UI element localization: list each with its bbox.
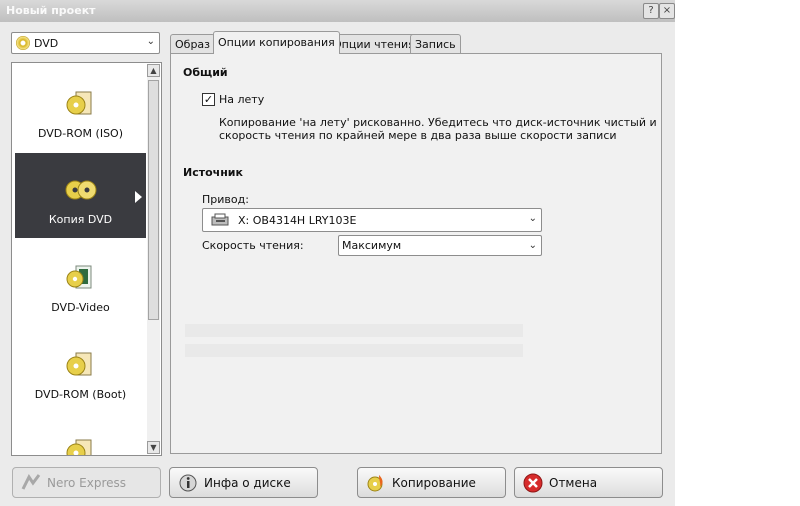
cancel-label: Отмена: [549, 476, 598, 490]
tab-image[interactable]: Образ: [170, 34, 216, 53]
window-title: Новый проект: [6, 4, 96, 17]
placeholder-band: [185, 344, 523, 357]
selected-arrow-icon: [135, 191, 142, 203]
disc-info-button[interactable]: Инфа о диске: [169, 467, 318, 498]
list-item-dvd-rom-boot[interactable]: DVD-ROM (Boot): [15, 328, 146, 413]
on-the-fly-note-line1: Копирование 'на лету' рискованно. Убедит…: [219, 116, 657, 129]
project-list: DVD-ROM (ISO) Копия DVD DVD-Video DVD-RO…: [11, 62, 162, 456]
dvd-rom-boot-icon: [66, 352, 92, 376]
new-project-window: Новый проект ? × DVD ⌄ DVD-ROM (ISO) Коп…: [0, 0, 675, 506]
chevron-down-icon: ⌄: [528, 240, 537, 251]
read-speed-label: Скорость чтения:: [202, 239, 304, 252]
scroll-up-button[interactable]: ▲: [147, 64, 160, 77]
on-the-fly-checkbox[interactable]: ✓: [202, 93, 215, 106]
dvd-rom-iso-icon: [66, 91, 92, 115]
tab-read-options[interactable]: Опции чтения: [328, 34, 420, 53]
chevron-down-icon: ⌄: [146, 36, 155, 47]
project-type-select[interactable]: DVD ⌄: [11, 32, 160, 54]
list-item-label: Копия DVD: [48, 213, 113, 226]
nero-express-button[interactable]: Nero Express: [12, 467, 161, 498]
list-item-label: DVD-Video: [51, 301, 110, 314]
on-the-fly-label: На лету: [219, 93, 265, 106]
copy-label: Копирование: [392, 476, 476, 490]
copy-button[interactable]: Копирование: [357, 467, 506, 498]
placeholder-band: [185, 324, 523, 337]
cancel-button[interactable]: Отмена: [514, 467, 663, 498]
dvd-disc-icon: [16, 36, 30, 50]
cancel-icon: [523, 473, 543, 493]
drive-icon: [211, 213, 229, 226]
drive-label: Привод:: [202, 193, 249, 206]
scroll-thumb[interactable]: [148, 80, 159, 320]
list-item-dvd-video[interactable]: DVD-Video: [15, 241, 146, 326]
list-item-dvd-copy[interactable]: Копия DVD: [15, 153, 146, 238]
title-bar: Новый проект ? ×: [0, 0, 675, 22]
source-heading: Источник: [183, 166, 243, 179]
nero-express-label: Nero Express: [47, 476, 127, 490]
close-button[interactable]: ×: [659, 3, 675, 19]
read-speed-value: Максимум: [342, 239, 402, 252]
dvd-disc-icon: [66, 439, 92, 455]
copy-burn-icon: [367, 475, 383, 492]
list-item-partial[interactable]: [15, 415, 146, 455]
copy-options-panel: Общий ✓ На лету Копирование 'на лету' ри…: [170, 53, 662, 454]
general-heading: Общий: [183, 66, 228, 79]
list-item-label: DVD-ROM (Boot): [34, 388, 127, 401]
on-the-fly-note-line2: скорость чтения по крайней мере в два ра…: [219, 129, 617, 142]
disc-info-label: Инфа о диске: [204, 476, 291, 490]
scroll-down-button[interactable]: ▼: [147, 441, 160, 454]
tab-copy-options[interactable]: Опции копирования: [213, 31, 340, 54]
project-type-value: DVD: [34, 37, 59, 50]
help-button[interactable]: ?: [643, 3, 659, 19]
tab-burn[interactable]: Запись: [410, 34, 461, 53]
chevron-down-icon: ⌄: [528, 213, 537, 224]
nero-express-icon: [21, 474, 41, 490]
drive-select[interactable]: X: OB4314H LRY103E ⌄: [202, 208, 542, 232]
read-speed-select[interactable]: Максимум ⌄: [338, 235, 542, 256]
list-item-dvd-rom-iso[interactable]: DVD-ROM (ISO): [15, 67, 146, 152]
disc-info-icon: [179, 474, 197, 492]
dvd-video-icon: [66, 265, 92, 289]
list-item-label: DVD-ROM (ISO): [38, 127, 123, 140]
list-scrollbar[interactable]: ▲ ▼: [147, 64, 160, 454]
dvd-copy-icon: [65, 180, 97, 200]
drive-value: X: OB4314H LRY103E: [238, 214, 357, 227]
